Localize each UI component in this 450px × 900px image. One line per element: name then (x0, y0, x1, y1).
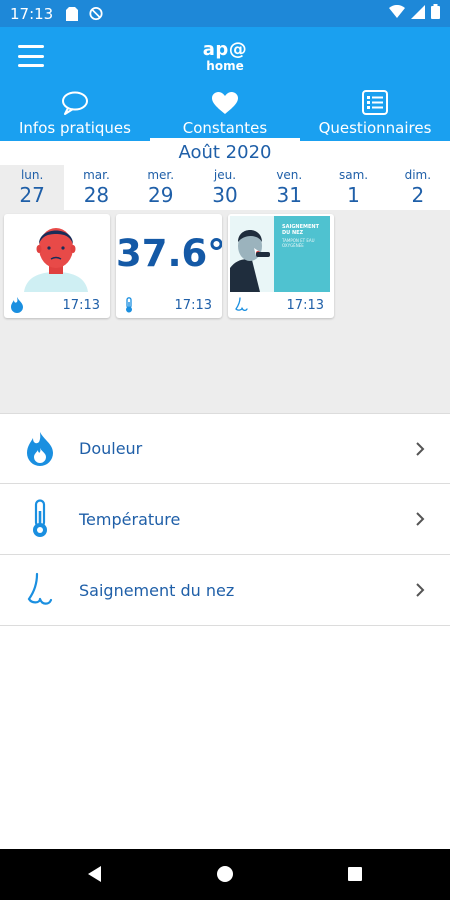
day-item[interactable]: sam. 1 (321, 165, 385, 210)
checklist-icon (300, 87, 450, 115)
day-name: lun. (20, 168, 44, 182)
tab-label: Constantes (182, 119, 268, 137)
heart-icon (150, 87, 300, 115)
logo-line1: ap@ (202, 39, 248, 60)
day-item[interactable]: lun. 27 (0, 165, 65, 210)
day-number: 1 (347, 183, 360, 207)
entry-time: 17:13 (62, 298, 100, 313)
chevron-right-icon (414, 440, 426, 458)
home-icon[interactable] (215, 864, 235, 884)
flame-icon (10, 297, 24, 313)
thumb-title: SAIGNEMENT DU NEZ (282, 224, 320, 236)
day-item[interactable]: mar. 28 (64, 165, 128, 210)
recents-icon[interactable] (345, 864, 365, 884)
day-name: ven. (276, 168, 303, 182)
day-name: mer. (147, 168, 175, 182)
day-name: mar. (83, 168, 110, 182)
tab-bar: Infos pratiques Constantes Questionnaire… (0, 87, 450, 141)
entry-time: 17:13 (174, 298, 212, 313)
thumb-subtitle: TAMPON ET EAU OXYGÉNÉE (282, 238, 315, 248)
nose-icon (20, 570, 60, 610)
sim-card-icon (65, 6, 79, 21)
entries-area: 17:13 37.6° 17:13 SAIGNEMENT DU NEZ TAMP… (0, 210, 450, 413)
thermometer-icon (20, 499, 60, 539)
day-number: 27 (19, 183, 45, 207)
list-item-douleur[interactable]: Douleur (0, 413, 450, 484)
tab-label: Infos pratiques (19, 119, 131, 137)
day-name: jeu. (213, 168, 237, 182)
chat-bubble-icon (0, 87, 150, 115)
logo-line2: home (206, 59, 244, 73)
day-name: sam. (338, 168, 369, 182)
thermometer-icon (122, 297, 136, 313)
day-item[interactable]: dim. 2 (386, 165, 450, 210)
system-nav-bar (0, 849, 450, 900)
back-icon[interactable] (85, 864, 105, 884)
entry-time: 17:13 (286, 298, 324, 313)
chevron-right-icon (414, 581, 426, 599)
tab-infos-pratiques[interactable]: Infos pratiques (0, 87, 150, 141)
list-item-label: Douleur (79, 439, 143, 458)
day-item[interactable]: mer. 29 (129, 165, 193, 210)
day-number: 31 (276, 183, 302, 207)
list-item-saignement-du-nez[interactable]: Saignement du nez (0, 555, 450, 626)
tab-questionnaires[interactable]: Questionnaires (300, 87, 450, 141)
list-item-label: Saignement du nez (79, 580, 235, 600)
face-illustration (6, 216, 106, 292)
nose-icon (234, 297, 248, 313)
constants-list: Douleur Température Saignement du nez (0, 413, 450, 626)
saignement-entry-card[interactable]: SAIGNEMENT DU NEZ TAMPON ET EAU OXYGÉNÉE… (228, 214, 334, 318)
status-bar: 17:13 (0, 0, 450, 27)
day-item[interactable]: ven. 31 (257, 165, 321, 210)
day-number: 29 (147, 183, 174, 207)
signal-icon (411, 4, 425, 23)
day-item[interactable]: jeu. 30 (193, 165, 257, 210)
douleur-entry-card[interactable]: 17:13 (4, 214, 110, 318)
temperature-entry-card[interactable]: 37.6° 17:13 (116, 214, 222, 318)
wifi-icon (389, 4, 405, 23)
tab-constantes[interactable]: Constantes (150, 87, 300, 141)
day-number: 30 (212, 183, 238, 207)
month-title: Août 2020 (0, 141, 450, 165)
app-logo: ap@ home (0, 39, 450, 73)
nosebleed-illustration: SAIGNEMENT DU NEZ TAMPON ET EAU OXYGÉNÉE (230, 216, 330, 292)
temperature-value: 37.6° (116, 232, 222, 275)
status-time: 17:13 (10, 4, 54, 23)
flame-icon (20, 429, 60, 469)
day-name: dim. (404, 168, 432, 182)
day-strip: lun. 27 mar. 28 mer. 29 jeu. 30 ven. 31 … (0, 165, 450, 210)
day-number: 28 (83, 183, 110, 207)
do-not-disturb-icon (89, 6, 103, 21)
day-number: 2 (411, 183, 425, 207)
list-item-temperature[interactable]: Température (0, 484, 450, 555)
chevron-right-icon (414, 510, 426, 528)
app-bar: ap@ home (0, 27, 450, 87)
tab-label: Questionnaires (318, 119, 432, 137)
list-item-label: Température (79, 509, 181, 529)
battery-icon (431, 4, 440, 23)
